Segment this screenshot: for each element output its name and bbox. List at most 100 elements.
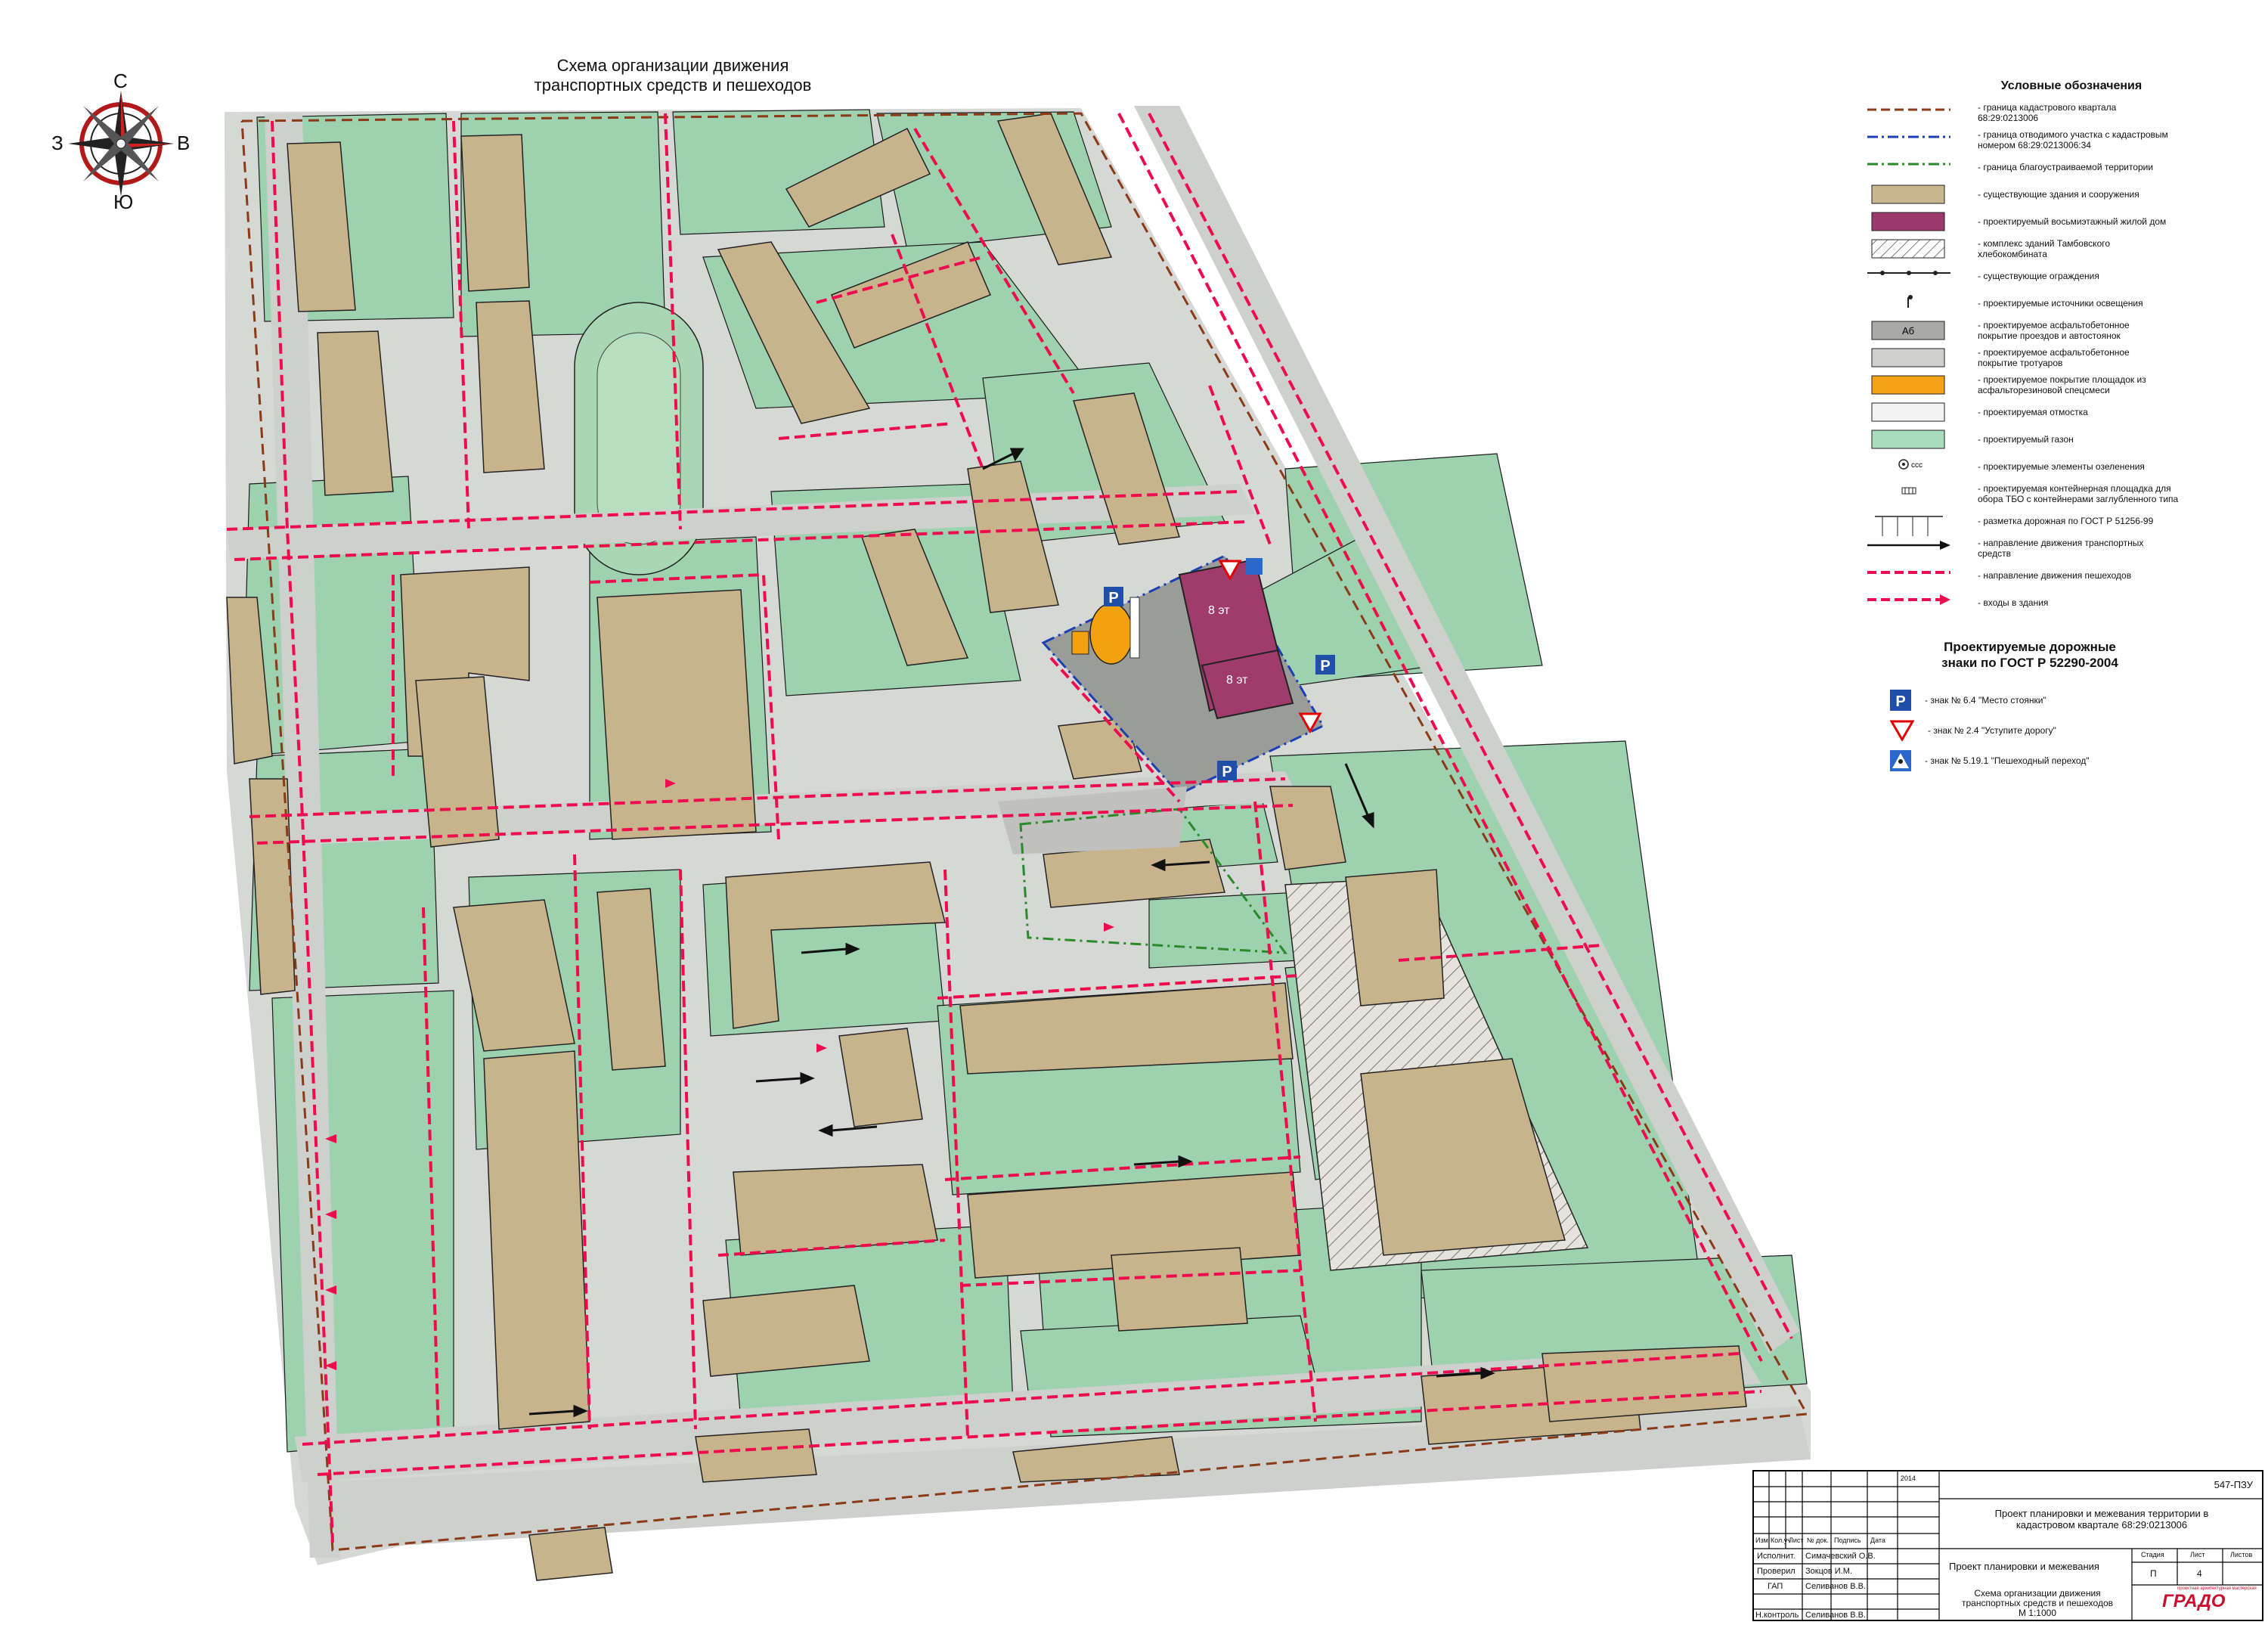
signs-title-line-2: знаки по ГОСТ Р 52290-2004 — [1941, 656, 2118, 670]
legend-symbol-icon — [1867, 129, 1973, 150]
legend-item: - граница кадастрового квартала 68:29:021… — [1867, 102, 2245, 123]
legend-item: - проектируемые источники освещения — [1867, 293, 2245, 314]
legend-item: - разметка дорожная по ГОСТ Р 51256-99 — [1867, 510, 2245, 536]
legend-item-line: - направление движения транспортных — [1978, 538, 2144, 548]
legend-item: - комплекс зданий Тамбовского хлебокомбин… — [1867, 238, 2245, 259]
legend-item-text: - проектируемое асфальтобетонное покрытие… — [1978, 347, 2130, 368]
legend-symbol-icon: Аб — [1867, 320, 1973, 341]
legend-item-text: - граница благоустраиваемой территории — [1978, 162, 2153, 172]
legend-item-line: асфальторезиновой спецсмеси — [1978, 385, 2110, 395]
parking-sign-icon: P — [1890, 690, 1911, 711]
svg-text:P: P — [1895, 693, 1905, 710]
legend-symbol-icon — [1867, 211, 1973, 232]
legend-symbol-icon — [1867, 293, 1973, 314]
legend-item-line: покрытие проездов и автостоянок — [1978, 330, 2121, 341]
header-date: Дата — [1870, 1537, 1885, 1544]
role-5: Н.контроль — [1755, 1611, 1799, 1620]
title-block: 547-ПЗУ 2014 Проект планировки и межеван… — [1752, 1470, 2263, 1621]
legend-item-line: - входы в здания — [1978, 597, 2049, 608]
legend-symbol-icon — [1867, 265, 1973, 287]
legend-item: - проектируемое покрытие площадок из асфа… — [1867, 374, 2245, 395]
legend-title: Условные обозначения — [2000, 79, 2143, 92]
legend-items: - граница кадастрового квартала 68:29:021… — [1867, 102, 2245, 613]
legend-item-line: - комплекс зданий Тамбовского — [1978, 238, 2111, 249]
stage-header: Стадия — [2141, 1551, 2164, 1558]
role-1: Исполнит. — [1757, 1552, 1796, 1561]
legend-item: - входы в здания — [1867, 592, 2245, 613]
legend-item-line: - проектируемая контейнерная площадка дл… — [1978, 483, 2171, 494]
legend-item: - проектируемый газон — [1867, 429, 2245, 450]
legend-symbol-icon — [1867, 429, 1973, 450]
legend-symbol-icon — [1867, 374, 1973, 395]
legend-item-line: покрытие тротуаров — [1978, 358, 2063, 368]
project-title-line-1: Проект планировки и межевания территории… — [1994, 1508, 2209, 1519]
legend-item-line: - граница благоустраиваемой территории — [1978, 162, 2154, 172]
legend-item: Аб - проектируемое асфальтобетонное покрыт… — [1867, 320, 2245, 341]
legend-item-text: - проектируемая отмостка — [1978, 407, 2088, 417]
legend-item: - граница благоустраиваемой территории — [1867, 157, 2245, 178]
doc-code: 547-ПЗУ — [2214, 1479, 2253, 1490]
legend-item: - существующие здания и сооружения — [1867, 184, 2245, 205]
role-3: ГАП — [1768, 1582, 1783, 1591]
legend-item-line: - проектируемая отмостка — [1978, 407, 2088, 417]
yield-sign-icon — [1890, 720, 1914, 741]
legend-item-text: - комплекс зданий Тамбовского хлебокомбин… — [1978, 238, 2110, 259]
legend-item-line: - граница кадастрового квартала — [1978, 102, 2117, 113]
sheets-header: Листов — [2230, 1551, 2253, 1558]
signs-title: Проектируемые дорожные знаки по ГОСТ Р 5… — [1867, 639, 2192, 671]
legend-item-text: - проектируемая контейнерная площадка дл… — [1978, 483, 2178, 504]
legend-item-text: - направление движения пешеходов — [1978, 570, 2131, 581]
legend-symbol-icon — [1867, 483, 1973, 504]
legend-symbol-icon — [1867, 565, 1973, 586]
stage-title: Проект планировки и межевания — [1949, 1561, 2099, 1572]
legend-item-text: - проектируемое покрытие площадок из асфа… — [1978, 374, 2146, 395]
legend-item-line: - существующие ограждения — [1978, 271, 2099, 281]
legend-item-line: - направление движения пешеходов — [1978, 570, 2132, 581]
compass-north: С — [113, 70, 128, 92]
legend-item-line: - проектируемое асфальтобетонное — [1978, 320, 2130, 330]
crossing-sign-icon — [1890, 750, 1911, 771]
parking-sign-1: P — [1108, 590, 1118, 606]
legend-item-text: - проектируемый газон — [1978, 434, 2074, 445]
legend-item-text: - направление движения транспортных средс… — [1978, 538, 2143, 559]
legend-symbol-icon: ссс — [1867, 456, 1973, 477]
map-title-line-1: Схема организации движения — [556, 56, 789, 75]
project-title-line-2: кадастровом квартале 68:29:0213006 — [2015, 1519, 2188, 1530]
sheet-header: Лист — [2190, 1551, 2205, 1558]
sign-row-parking: P - знак № 6.4 "Место стоянки" — [1890, 690, 2046, 711]
legend-item: - направление движения транспортных средс… — [1867, 538, 2245, 559]
header-koluch: Кол.уч — [1771, 1537, 1791, 1544]
legend-symbol-icon — [1867, 592, 1973, 613]
legend-item-text: - проектируемый восьмиэтажный жилой дом — [1978, 216, 2166, 227]
svg-text:ссс: ссс — [1911, 461, 1923, 470]
drawing-sheet: P P P 8 эт 8 эт Схема организации движен… — [0, 0, 2268, 1625]
parking-sign-3: P — [1222, 764, 1232, 780]
map-title: Схема организации движения транспортных … — [469, 56, 877, 95]
legend-item-text: - проектируемое асфальтобетонное покрытие… — [1978, 320, 2130, 341]
legend-item: - граница отводимого участка с кадастров… — [1867, 129, 2245, 150]
legend-item: ссс - проектируемые элементы озеленения — [1867, 456, 2245, 477]
compass-south: Ю — [113, 191, 134, 213]
floors-label-north: 8 эт — [1208, 604, 1230, 617]
legend-item-text: - разметка дорожная по ГОСТ Р 51256-99 — [1978, 516, 2153, 526]
logo-caption: проектная архитектурная мастерская — [2177, 1586, 2257, 1591]
svg-text:Аб: Аб — [1902, 325, 1914, 336]
legend-item: - проектируемый восьмиэтажный жилой дом — [1867, 211, 2245, 232]
project-title: Проект планировки и межевания территории… — [1947, 1508, 2257, 1530]
compass-west: З — [51, 132, 64, 154]
legend-item-line: номером 68:29:0213006:34 — [1978, 140, 2091, 150]
header-sign: Подпись — [1834, 1537, 1861, 1544]
legend-item-line: обора ТБО с контейнерами заглубленного т… — [1978, 494, 2179, 504]
name-3: Селиванов В.В. — [1805, 1582, 1866, 1591]
header-izm: Изм — [1755, 1537, 1768, 1544]
stamp-year: 2014 — [1901, 1475, 1916, 1482]
company-logo: ГРАДО — [2162, 1591, 2226, 1611]
legend-symbol-icon — [1867, 510, 1973, 536]
header-list: Лист — [1789, 1537, 1804, 1544]
header-doc: № док. — [1807, 1537, 1829, 1544]
sign-yield-text: - знак № 2.4 "Уступите дорогу" — [1928, 725, 2056, 736]
sheet-value: 4 — [2197, 1568, 2202, 1579]
sign-crossing-text: - знак № 5.19.1 "Пешеходный переход" — [1925, 755, 2090, 766]
name-5: Селиванов В.В. — [1805, 1611, 1866, 1620]
sign-row-yield: - знак № 2.4 "Уступите дорогу" — [1890, 720, 2056, 741]
